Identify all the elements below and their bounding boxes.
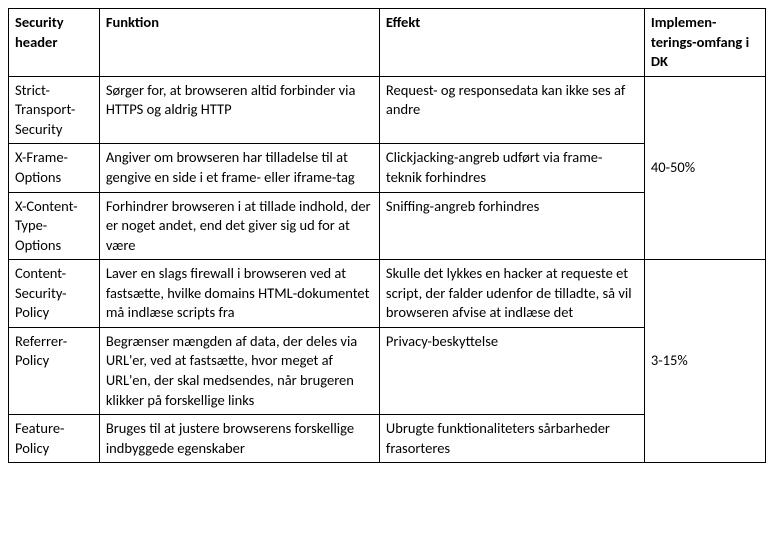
cell-effekt: Skulle det lykkes en hacker at requeste … (379, 260, 644, 328)
cell-effekt: Clickjacking-angreb udført via frame-tek… (379, 144, 644, 192)
table-header-row: Security header Funktion Effekt Implemen… (9, 9, 766, 77)
cell-funktion: Laver en slags firewall i browseren ved … (99, 260, 379, 328)
cell-effekt: Ubrugte funktionaliteters sårbarheder fr… (379, 415, 644, 463)
table-row: Strict-Transport-Security Sørger for, at… (9, 76, 766, 144)
cell-effekt: Privacy-beskyttelse (379, 327, 644, 414)
table-row: Content-Security-Policy Laver en slags f… (9, 260, 766, 328)
col-implementering: Implemen-terings-omfang i DK (644, 9, 765, 77)
col-security-header: Security header (9, 9, 100, 77)
cell-header: X-Content-Type-Options (9, 192, 100, 260)
cell-funktion: Sørger for, at browseren altid forbinder… (99, 76, 379, 144)
security-headers-table: Security header Funktion Effekt Implemen… (8, 8, 766, 463)
cell-header: Strict-Transport-Security (9, 76, 100, 144)
cell-header: Feature-Policy (9, 415, 100, 463)
cell-header: Content-Security-Policy (9, 260, 100, 328)
col-effekt: Effekt (379, 9, 644, 77)
cell-funktion: Begrænser mængden af data, der deles via… (99, 327, 379, 414)
cell-header: X-Frame-Options (9, 144, 100, 192)
cell-scope: 3-15% (644, 260, 765, 463)
cell-header: Referrer-Policy (9, 327, 100, 414)
cell-funktion: Angiver om browseren har tilladelse til … (99, 144, 379, 192)
cell-effekt: Request- og responsedata kan ikke ses af… (379, 76, 644, 144)
col-funktion: Funktion (99, 9, 379, 77)
cell-funktion: Forhindrer browseren i at tillade indhol… (99, 192, 379, 260)
cell-funktion: Bruges til at justere browserens forskel… (99, 415, 379, 463)
cell-scope: 40-50% (644, 76, 765, 260)
cell-effekt: Sniffing-angreb forhindres (379, 192, 644, 260)
